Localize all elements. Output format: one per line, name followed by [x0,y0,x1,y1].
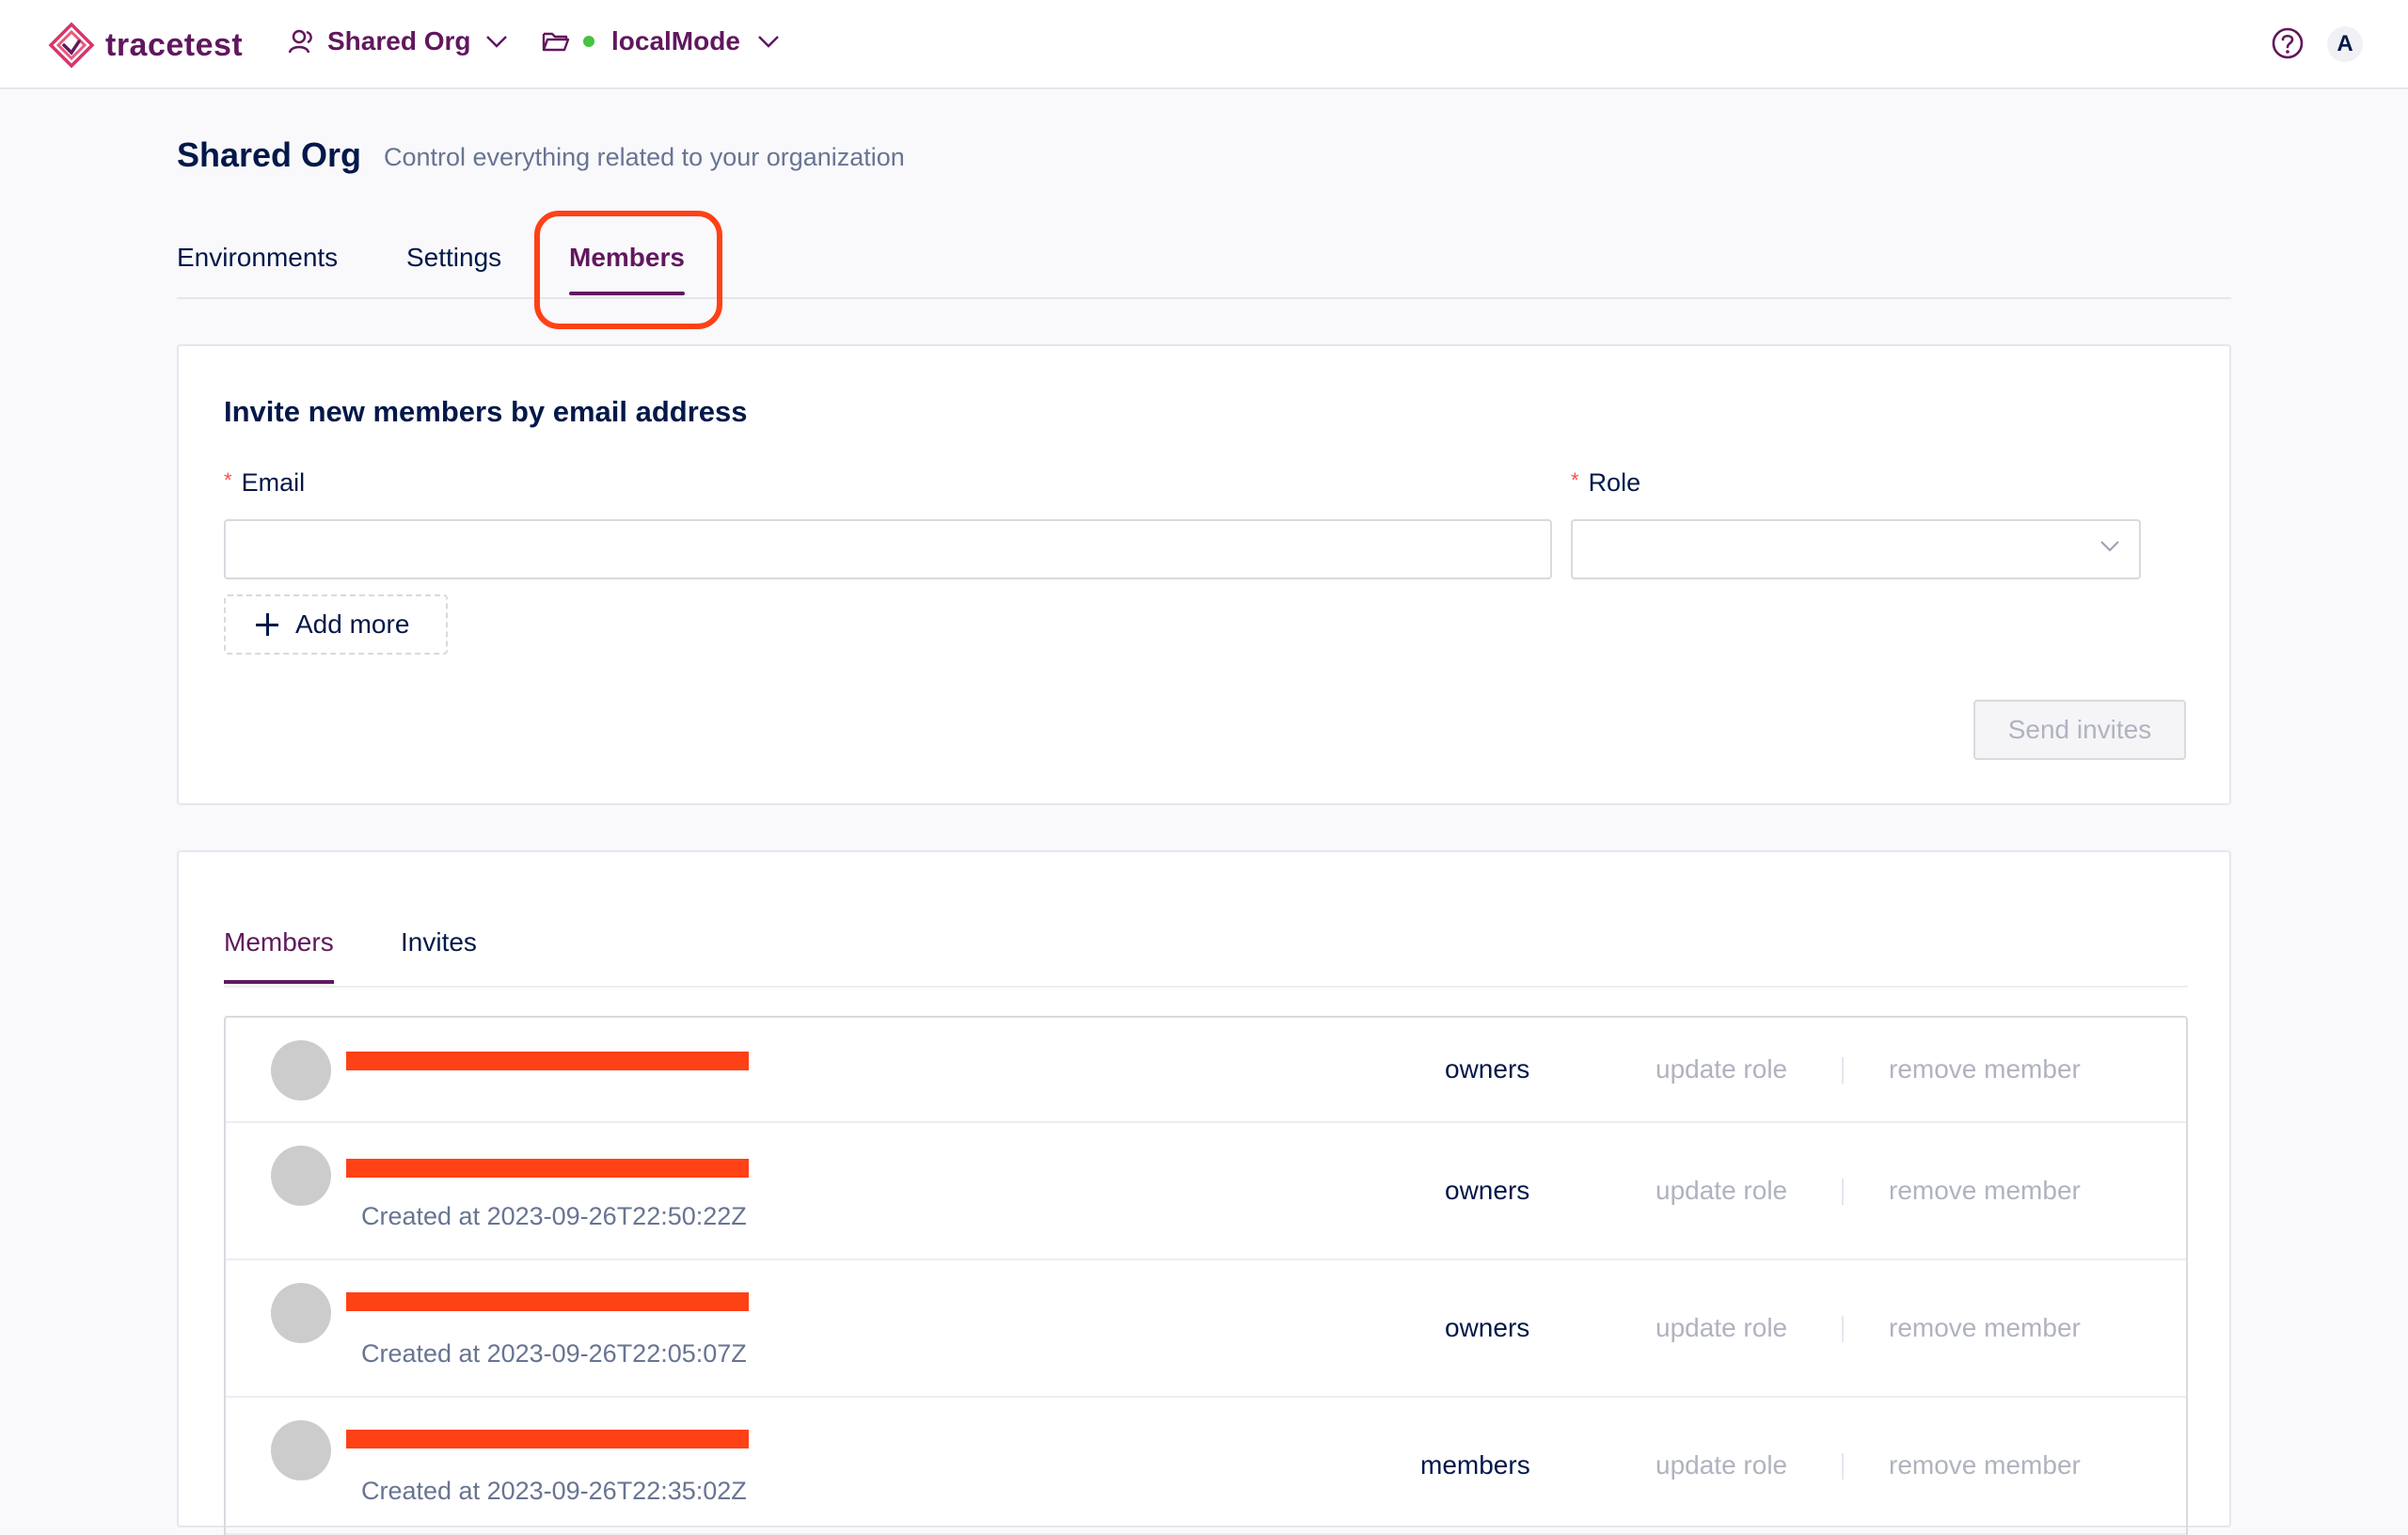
redaction-bar [346,1292,749,1311]
member-row: Created at 2023-09-26T22:50:22Z owners u… [226,1123,2186,1260]
email-label-text: Email [241,468,306,497]
redaction-bar [346,1052,749,1070]
top-navbar: tracetest Shared Org localMode A [0,0,2408,89]
action-divider [1842,1179,1844,1205]
member-row: Created at 2023-09-26T22:05:07Z owners u… [226,1260,2186,1398]
invite-title: Invite new members by email address [224,395,748,428]
action-divider [1842,1057,1844,1084]
required-mark: * [224,468,232,492]
member-created-at: Created at 2023-09-26T22:35:02Z [361,1477,747,1505]
redaction-bar [346,1430,749,1448]
member-row: owners update role remove member [226,1018,2186,1123]
help-icon[interactable] [2271,26,2305,60]
invite-members-card: Invite new members by email address * Ema… [177,344,2231,805]
user-avatar[interactable]: A [2327,26,2363,62]
role-label: * Role [1571,468,1640,498]
chevron-down-icon [486,36,508,48]
brand-name: tracetest [105,26,244,63]
avatar [271,1146,331,1206]
remove-member-link[interactable]: remove member [1889,1018,2081,1121]
action-divider [1842,1316,1844,1342]
send-invites-button[interactable]: Send invites [1973,700,2186,760]
subtab-members[interactable]: Members [224,927,334,984]
tab-environments[interactable]: Environments [177,243,338,273]
add-more-label: Add more [295,609,410,639]
env-status-dot [583,36,594,47]
update-role-link[interactable]: update role [1656,1123,1787,1258]
user-icon [288,29,312,54]
email-label: * Email [224,468,305,498]
org-tabs: Environments Settings Members [177,235,2231,299]
member-role: owners [1445,1054,1530,1084]
chevron-down-icon [2100,541,2119,552]
member-created-at: Created at 2023-09-26T22:05:07Z [361,1339,747,1368]
required-mark: * [1571,468,1579,492]
tab-settings[interactable]: Settings [406,243,501,273]
member-created-at: Created at 2023-09-26T22:50:22Z [361,1202,747,1230]
environment-switcher[interactable]: localMode [542,26,780,56]
update-role-link[interactable]: update role [1656,1018,1787,1121]
update-role-link[interactable]: update role [1656,1398,1787,1533]
update-role-link[interactable]: update role [1656,1260,1787,1396]
folder-icon [542,32,570,52]
avatar [271,1420,331,1480]
org-name: Shared Org [327,26,471,55]
redaction-bar [346,1159,749,1178]
members-list-card: Members Invites owners update role remov… [177,850,2231,1535]
action-divider [1842,1453,1844,1480]
tracetest-logo-icon [48,22,95,69]
role-select[interactable] [1571,519,2141,579]
email-input[interactable] [224,519,1552,579]
org-switcher[interactable]: Shared Org [288,26,508,56]
role-label-text: Role [1588,468,1641,497]
members-subtabs: Members Invites [224,927,2188,988]
page-subtitle: Control everything related to your organ… [384,143,905,171]
remove-member-link[interactable]: remove member [1889,1123,2081,1258]
annotation-highlight-ring [534,211,722,329]
member-role: owners [1445,1313,1530,1342]
env-name: localMode [611,26,740,55]
member-row: Created at 2023-09-26T22:35:02Z members … [226,1398,2186,1535]
member-list: owners update role remove member Created… [224,1016,2188,1535]
subtab-invites[interactable]: Invites [401,927,477,957]
remove-member-link[interactable]: remove member [1889,1260,2081,1396]
member-role: members [1420,1450,1530,1480]
chevron-down-icon [758,36,779,48]
avatar [271,1040,331,1100]
avatar [271,1283,331,1343]
plus-icon [256,613,278,636]
member-role: owners [1445,1176,1530,1205]
brand-logo[interactable]: tracetest [45,21,243,70]
remove-member-link[interactable]: remove member [1889,1398,2081,1533]
add-more-button[interactable]: Add more [224,594,448,655]
page-title: Shared Org [177,135,362,174]
